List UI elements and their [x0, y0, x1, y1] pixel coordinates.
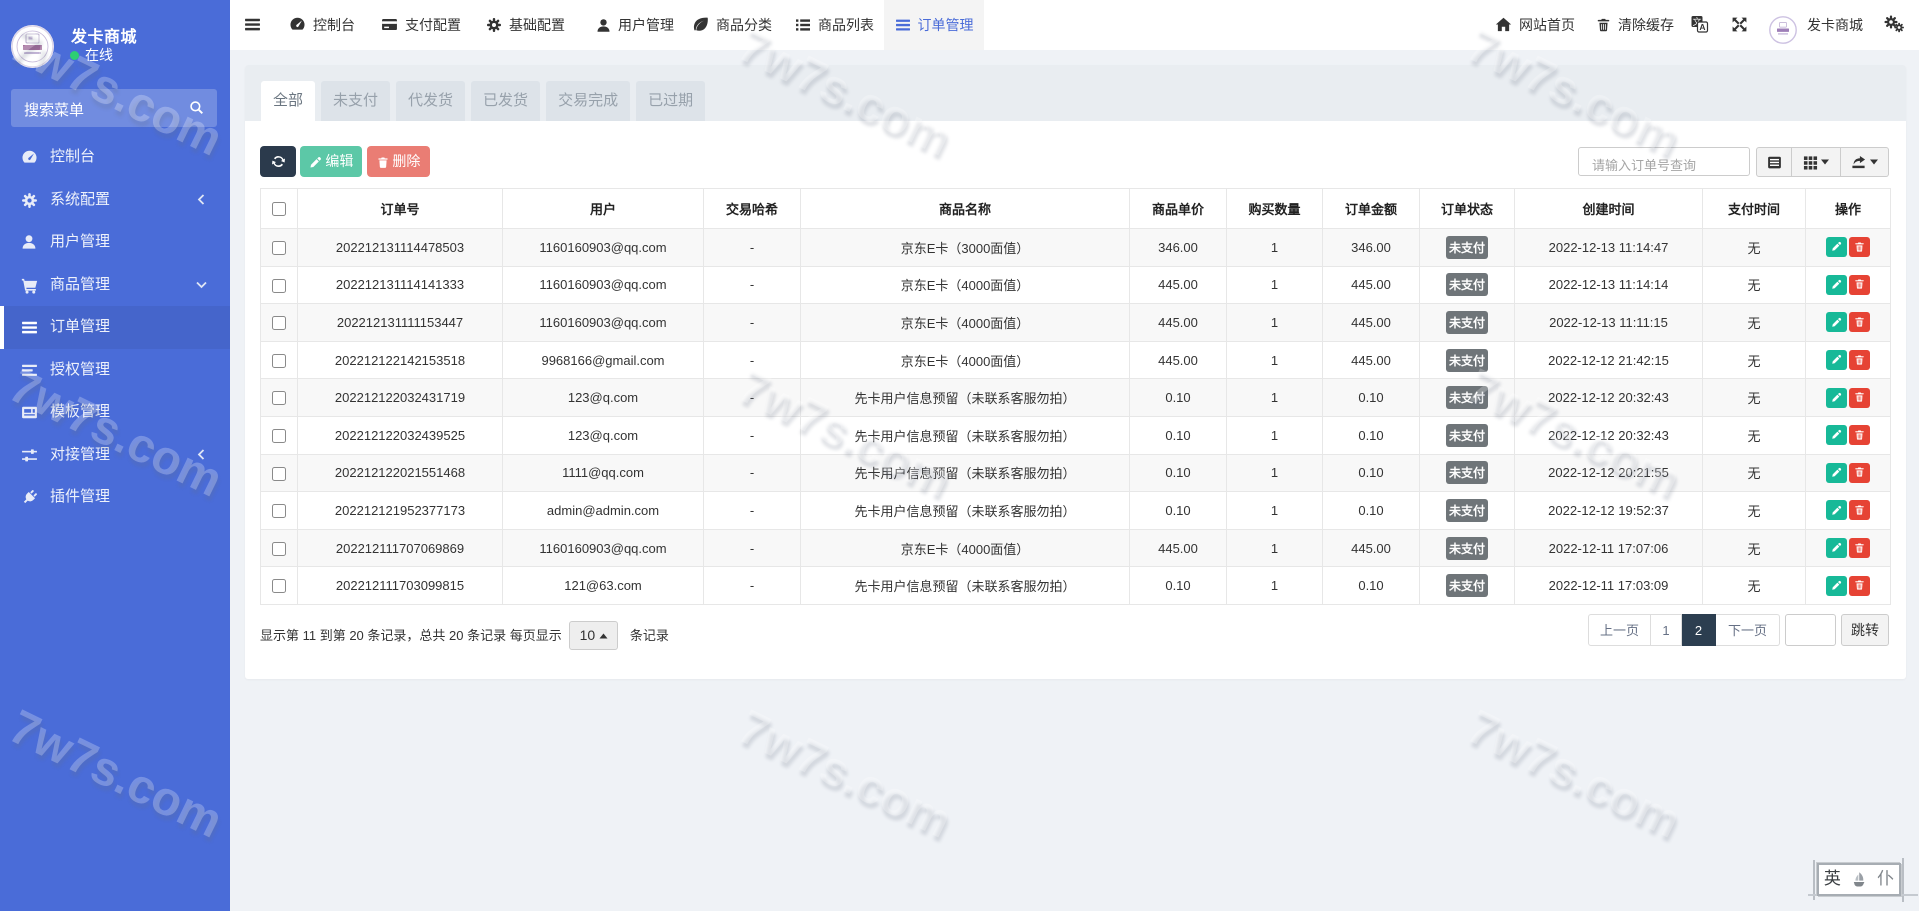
- svg-text:A: A: [1699, 22, 1705, 32]
